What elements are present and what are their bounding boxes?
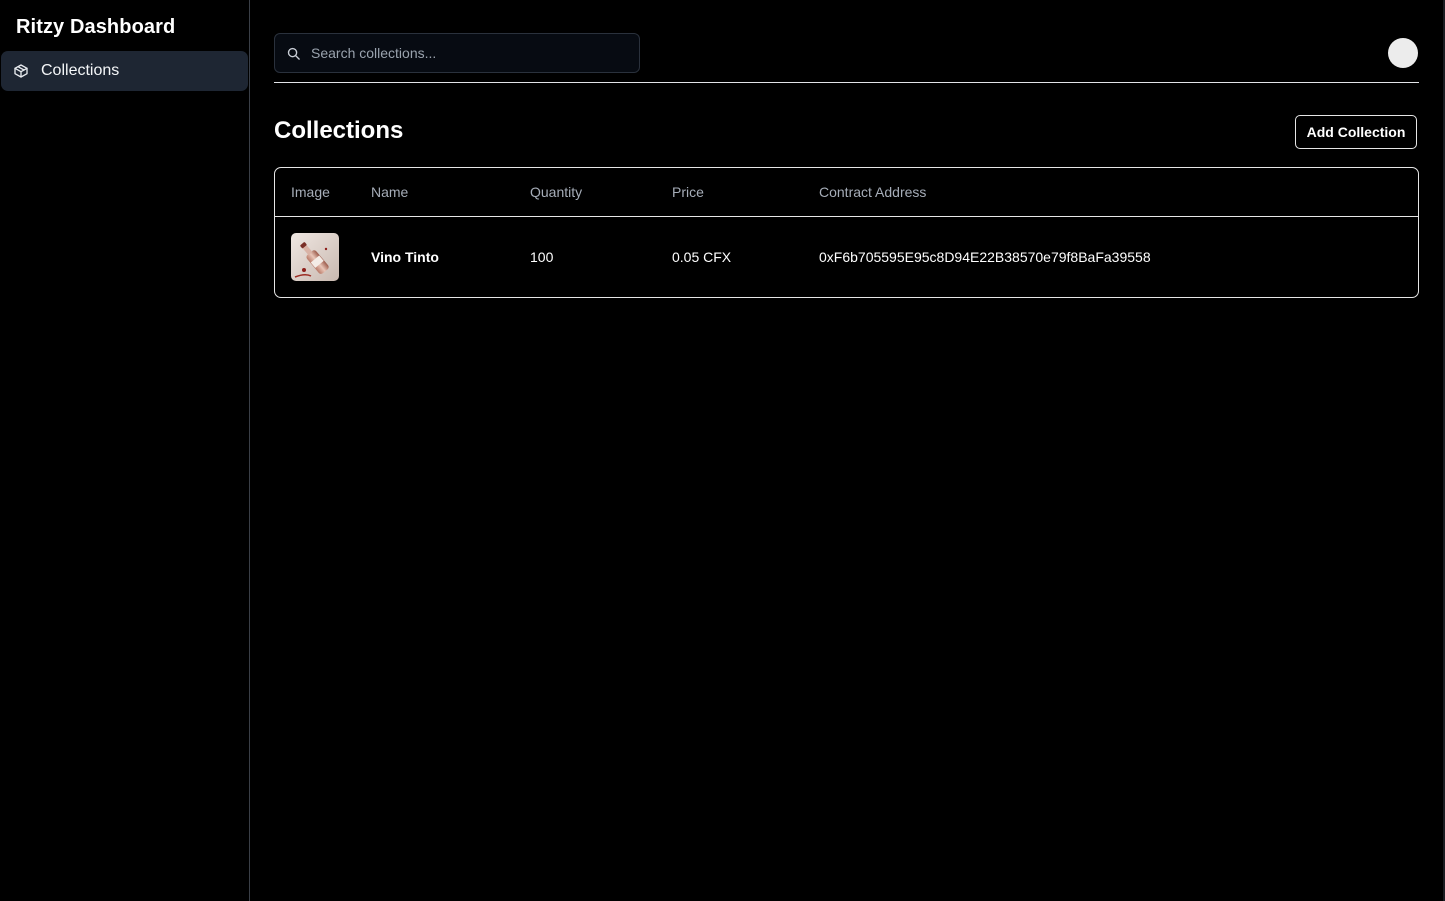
wine-bottle-thumbnail-icon: [291, 233, 339, 281]
sidebar-item-collections[interactable]: Collections: [1, 51, 248, 91]
collection-quantity: 100: [530, 249, 554, 265]
header-divider: [274, 82, 1419, 83]
sidebar: Ritzy Dashboard Collections: [0, 0, 250, 901]
package-icon: [13, 63, 29, 79]
app-title: Ritzy Dashboard: [16, 16, 176, 38]
table-header: Image Name Quantity Price Contract Addre…: [275, 168, 1418, 217]
collections-table: Image Name Quantity Price Contract Addre…: [274, 167, 1419, 298]
sidebar-item-label: Collections: [41, 62, 120, 79]
table-row[interactable]: Vino Tinto 100 0.05 CFX 0xF6b705595E95c8…: [275, 217, 1418, 297]
search-input[interactable]: [309, 44, 633, 62]
column-header-image[interactable]: Image: [291, 184, 330, 200]
column-header-name[interactable]: Name: [371, 184, 408, 200]
main-content: Collections Add Collection Image Name Qu…: [250, 0, 1445, 901]
collection-price: 0.05 CFX: [672, 249, 732, 265]
page-title: Collections: [274, 117, 404, 144]
column-header-contract-address[interactable]: Contract Address: [819, 184, 926, 200]
search-icon: [286, 46, 301, 61]
column-header-price[interactable]: Price: [672, 184, 704, 200]
avatar[interactable]: [1388, 38, 1418, 68]
search-box[interactable]: [274, 33, 640, 73]
collection-contract-address: 0xF6b705595E95c8D94E22B38570e79f8BaFa395…: [819, 249, 1151, 265]
add-collection-button[interactable]: Add Collection: [1295, 115, 1417, 149]
collection-name: Vino Tinto: [371, 249, 439, 265]
column-header-quantity[interactable]: Quantity: [530, 184, 582, 200]
